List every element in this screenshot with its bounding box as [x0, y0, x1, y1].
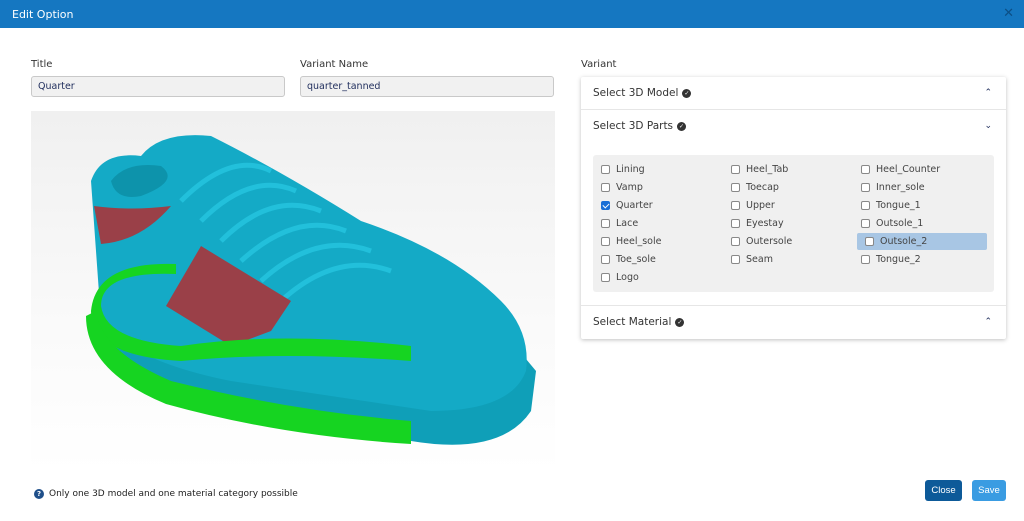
chevron-up-icon[interactable]: ⌃: [984, 88, 992, 98]
part-label: Tongue_2: [876, 254, 921, 265]
checkbox[interactable]: [601, 255, 610, 264]
part-label: Lace: [616, 218, 639, 229]
checkbox[interactable]: [601, 183, 610, 192]
part-label: Heel_Tab: [746, 164, 789, 175]
3d-model-viewer[interactable]: [31, 111, 555, 473]
part-checkbox-logo[interactable]: Logo: [593, 269, 723, 286]
part-checkbox-upper[interactable]: Upper: [723, 197, 853, 214]
part-checkbox-toecap[interactable]: Toecap: [723, 179, 853, 196]
hint-text: Only one 3D model and one material categ…: [49, 489, 298, 499]
part-checkbox-tongue-1[interactable]: Tongue_1: [853, 197, 983, 214]
part-label: Toecap: [746, 182, 779, 193]
checkbox[interactable]: [601, 219, 610, 228]
part-checkbox-outsole-1[interactable]: Outsole_1: [853, 215, 983, 232]
variant-accordion: Select 3D Model ✓ ⌃ Select 3D Parts ✓ ⌄ …: [581, 77, 1006, 339]
close-icon[interactable]: ✕: [1003, 6, 1014, 21]
part-label: Outsole_2: [880, 236, 928, 247]
part-checkbox-lining[interactable]: Lining: [593, 161, 723, 178]
checkbox[interactable]: [731, 165, 740, 174]
chevron-down-icon[interactable]: ⌄: [984, 121, 992, 131]
part-checkbox-eyestay[interactable]: Eyestay: [723, 215, 853, 232]
part-label: Upper: [746, 200, 775, 211]
checkbox[interactable]: [601, 237, 610, 246]
checkbox[interactable]: [861, 165, 870, 174]
checkbox-checked[interactable]: [601, 201, 610, 210]
part-checkbox-seam[interactable]: Seam: [723, 251, 853, 268]
checkbox[interactable]: [731, 183, 740, 192]
title-input[interactable]: [31, 76, 285, 97]
part-label: Eyestay: [746, 218, 784, 229]
checkbox[interactable]: [861, 219, 870, 228]
save-button[interactable]: Save: [972, 480, 1006, 501]
part-label: Seam: [746, 254, 773, 265]
section-label: Select 3D Model: [593, 87, 679, 99]
variant-name-label: Variant Name: [300, 59, 369, 70]
part-checkbox-heel-sole[interactable]: Heel_sole: [593, 233, 723, 250]
part-label: Lining: [616, 164, 645, 175]
section-label: Select 3D Parts: [593, 120, 674, 132]
part-checkbox-heel-tab[interactable]: Heel_Tab: [723, 161, 853, 178]
part-label: Heel_Counter: [876, 164, 941, 175]
checkbox[interactable]: [861, 255, 870, 264]
help-icon: ?: [34, 489, 44, 499]
part-label: Tongue_1: [876, 200, 921, 211]
part-label: Logo: [616, 272, 639, 283]
part-label: Heel_sole: [616, 236, 662, 247]
shoe-model: [86, 135, 536, 445]
accordion-select-material[interactable]: Select Material ✓ ⌃: [581, 306, 1006, 338]
hint-message: ? Only one 3D model and one material cat…: [34, 489, 298, 499]
part-label: Toe_sole: [616, 254, 656, 265]
part-checkbox-toe-sole[interactable]: Toe_sole: [593, 251, 723, 268]
variant-label: Variant: [581, 59, 617, 70]
part-checkbox-tongue-2[interactable]: Tongue_2: [853, 251, 983, 268]
part-checkbox-outsole-2[interactable]: Outsole_2: [857, 233, 987, 250]
chevron-up-icon[interactable]: ⌃: [984, 317, 992, 327]
checkbox[interactable]: [731, 237, 740, 246]
checkbox[interactable]: [601, 165, 610, 174]
part-label: Inner_sole: [876, 182, 925, 193]
parts-list: Lining Vamp Quarter Lace Heel_sole Toe_s…: [593, 155, 994, 292]
dialog-title: Edit Option: [12, 7, 74, 21]
part-checkbox-outersole[interactable]: Outersole: [723, 233, 853, 250]
part-checkbox-vamp[interactable]: Vamp: [593, 179, 723, 196]
part-label: Outersole: [746, 236, 793, 247]
part-label: Outsole_1: [876, 218, 924, 229]
part-checkbox-inner-sole[interactable]: Inner_sole: [853, 179, 983, 196]
check-circle-icon: ✓: [682, 88, 692, 98]
part-label: Quarter: [616, 200, 653, 211]
accordion-select-3d-parts[interactable]: Select 3D Parts ✓ ⌄: [581, 110, 1006, 142]
dialog-header: Edit Option ✕: [0, 0, 1024, 28]
checkbox[interactable]: [865, 237, 874, 246]
part-checkbox-lace[interactable]: Lace: [593, 215, 723, 232]
part-checkbox-heel-counter[interactable]: Heel_Counter: [853, 161, 983, 178]
section-label: Select Material: [593, 316, 672, 328]
checkbox[interactable]: [731, 201, 740, 210]
variant-name-input[interactable]: [300, 76, 554, 97]
part-label: Vamp: [616, 182, 643, 193]
checkbox[interactable]: [731, 219, 740, 228]
part-checkbox-quarter[interactable]: Quarter: [593, 197, 723, 214]
check-circle-icon: ✓: [675, 317, 685, 327]
accordion-select-3d-model[interactable]: Select 3D Model ✓ ⌃: [581, 77, 1006, 109]
title-label: Title: [31, 59, 53, 70]
checkbox[interactable]: [861, 183, 870, 192]
check-circle-icon: ✓: [677, 121, 687, 131]
close-button[interactable]: Close: [925, 480, 962, 501]
checkbox[interactable]: [601, 273, 610, 282]
checkbox[interactable]: [731, 255, 740, 264]
checkbox[interactable]: [861, 201, 870, 210]
